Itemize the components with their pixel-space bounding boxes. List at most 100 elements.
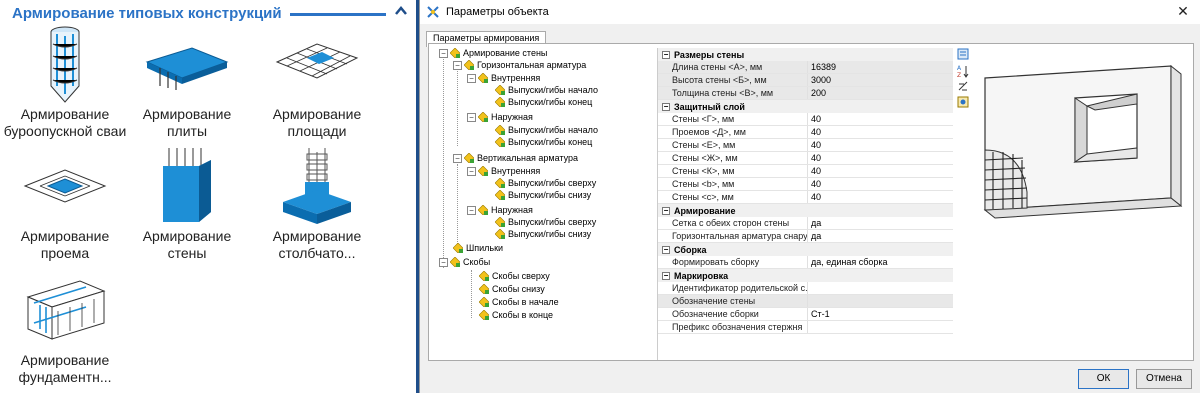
category-marking[interactable]: − Маркировка [658,269,953,282]
tree-node-v-outer-bottom[interactable]: Выпуски/гибы снизу [495,228,591,240]
property-row[interactable]: Идентификатор родительской с... [658,282,953,295]
collapse-toggle-icon[interactable]: − [662,50,670,59]
panel-header[interactable]: Армирование типовых конструкций [12,2,408,24]
property-value[interactable]: 200 [808,87,953,99]
property-row[interactable]: Стены <b>, мм 40 [658,178,953,191]
tree-node-v-inner-top[interactable]: Выпуски/гибы сверху [495,177,596,189]
tree-node-br-bottom[interactable]: Скобы снизу [479,283,545,295]
property-value[interactable]: Ст-1 [808,308,953,320]
collapse-toggle-icon[interactable]: − [467,166,476,176]
grid-toolbar: AZ [955,48,971,112]
collapse-chevron-icon[interactable] [394,6,408,20]
panel-title: Армирование типовых конструкций [12,4,282,22]
collapse-toggle-icon[interactable]: − [467,112,476,122]
property-value[interactable]: 3000 [808,74,953,86]
tile-foundation-reinforcement[interactable]: Армирование фундаментн... [0,270,130,386]
property-row[interactable]: Обозначение сборки Ст-1 [658,308,953,321]
node-icon [495,85,505,95]
tile-slab-reinforcement[interactable]: Армирование плиты [122,24,252,140]
tree-node-h-outer[interactable]: − Наружная [467,111,533,123]
property-value[interactable]: 40 [808,126,953,138]
tile-column-footing-reinforcement[interactable]: Армирование столбчато... [252,146,382,262]
collapse-toggle-icon[interactable]: − [453,153,462,163]
property-value[interactable] [808,282,953,294]
sort-alpha-icon[interactable]: AZ [955,64,971,79]
tree-node-label: Внутренняя [491,166,541,176]
collapse-toggle-icon[interactable]: − [453,60,462,70]
property-value[interactable]: 16389 [808,61,953,73]
node-icon [495,97,505,107]
category-wall-size[interactable]: − Размеры стены [658,48,953,61]
tree-node-wall[interactable]: − Армирование стены [439,47,547,59]
category-assembly[interactable]: − Сборка [658,243,953,256]
tree-node-v-inner[interactable]: − Внутренняя [467,165,540,177]
property-row[interactable]: Сетка с обеих сторон стены да [658,217,953,230]
settings-icon[interactable] [955,96,971,111]
tile-wall-reinforcement[interactable]: Армирование стены [122,146,252,262]
tile-area-reinforcement[interactable]: Армирование площади [252,24,382,140]
ok-button[interactable]: ОК [1078,369,1129,389]
property-value[interactable]: 40 [808,165,953,177]
property-value[interactable] [808,321,953,333]
category-reinforcement[interactable]: − Армирование [658,204,953,217]
tile-pile-reinforcement[interactable]: Армирование буроопускной сваи [0,24,130,140]
property-row[interactable]: Длина стены <А>, мм 16389 [658,61,953,74]
tree-node-h-outer-start[interactable]: Выпуски/гибы начало [495,124,598,136]
node-icon [450,48,460,58]
close-icon[interactable]: ✕ [1174,3,1192,20]
tree-node-h-inner[interactable]: − Внутренняя [467,72,540,84]
property-row[interactable]: Стены <Г>, мм 40 [658,113,953,126]
collapse-toggle-icon[interactable]: − [439,257,448,267]
tree-node-h-inner-start[interactable]: Выпуски/гибы начало [495,84,598,96]
property-value[interactable]: да [808,217,953,229]
collapse-toggle-icon[interactable]: − [662,245,670,254]
collapse-toggle-icon[interactable]: − [662,102,670,111]
area-reinforcement-icon [252,24,382,104]
tree-node-h-inner-end[interactable]: Выпуски/гибы конец [495,96,592,108]
collapse-toggle-icon[interactable]: − [467,205,476,215]
tile-opening-reinforcement[interactable]: Армирование проема [0,146,130,262]
tree-node-br-top[interactable]: Скобы сверху [479,270,550,282]
categorized-icon[interactable] [955,48,971,63]
property-value[interactable]: 40 [808,191,953,203]
property-row[interactable]: Префикс обозначения стержня [658,321,953,334]
collapse-toggle-icon[interactable]: − [467,73,476,83]
tree-node-pins[interactable]: Шпильки [453,242,503,254]
tree-node-br-start[interactable]: Скобы в начале [479,296,559,308]
tree-node-label: Горизонтальная арматура [477,60,587,70]
property-row[interactable]: Стены <Е>, мм 40 [658,139,953,152]
property-value[interactable]: да, единая сборка [808,256,953,268]
tree-node-h-outer-end[interactable]: Выпуски/гибы конец [495,136,592,148]
tree-node-v-outer-top[interactable]: Выпуски/гибы сверху [495,216,596,228]
dialog-titlebar[interactable]: Параметры объекта [420,0,1200,24]
collapse-toggle-icon[interactable]: − [439,48,448,58]
property-row[interactable]: Высота стены <Б>, мм 3000 [658,74,953,87]
tree-node-horizontal[interactable]: − Горизонтальная арматура [453,59,586,71]
tree-node-v-outer[interactable]: − Наружная [467,204,533,216]
tree-node-vertical[interactable]: − Вертикальная арматура [453,152,578,164]
property-row[interactable]: Стены <Ж>, мм 40 [658,152,953,165]
tree-node-v-inner-bottom[interactable]: Выпуски/гибы снизу [495,189,591,201]
property-row[interactable]: Стены <с>, мм 40 [658,191,953,204]
property-pages-icon[interactable] [955,80,971,95]
property-value[interactable]: 40 [808,152,953,164]
cancel-button[interactable]: Отмена [1136,369,1192,389]
collapse-toggle-icon[interactable]: − [662,271,670,280]
property-row[interactable]: Формировать сборку да, единая сборка [658,256,953,269]
property-row[interactable]: Горизонтальная арматура снару... да [658,230,953,243]
property-row[interactable]: Проемов <Д>, мм 40 [658,126,953,139]
property-row[interactable]: Обозначение стены [658,295,953,308]
property-row[interactable]: Стены <К>, мм 40 [658,165,953,178]
tree-node-brackets[interactable]: − Скобы [439,256,490,268]
tree-node-label: Скобы снизу [492,284,545,294]
property-value[interactable] [808,295,953,307]
category-cover[interactable]: − Защитный слой [658,100,953,113]
node-icon [479,297,489,307]
property-value[interactable]: 40 [808,113,953,125]
collapse-toggle-icon[interactable]: − [662,206,670,215]
property-value[interactable]: да [808,230,953,242]
property-value[interactable]: 40 [808,178,953,190]
property-value[interactable]: 40 [808,139,953,151]
property-row[interactable]: Толщина стены <В>, мм 200 [658,87,953,100]
tree-node-br-end[interactable]: Скобы в конце [479,309,553,321]
